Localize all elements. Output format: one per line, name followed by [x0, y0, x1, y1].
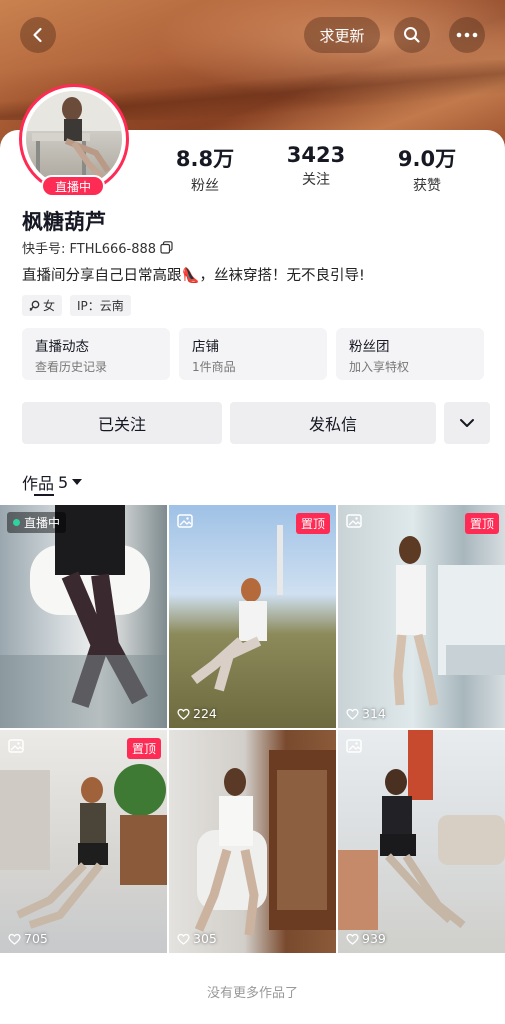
profile-bio: 直播间分享自己日常高跟👠，丝袜穿搭！无不良引导! — [22, 268, 365, 284]
card-subtitle: 加入享特权 — [349, 360, 410, 374]
image-post-icon — [346, 514, 362, 528]
live-tag-text: 直播中 — [24, 516, 61, 530]
pinned-badge: 置顶 — [464, 513, 499, 534]
stat-following[interactable]: 3423 关注 — [271, 143, 361, 189]
card-title: 直播动态 — [35, 339, 89, 355]
avatar-image — [26, 91, 122, 187]
card-fan-club[interactable]: 粉丝团 加入享特权 — [336, 328, 484, 380]
stat-fans[interactable]: 8.8万 粉丝 — [160, 143, 250, 195]
heart-icon — [346, 933, 359, 945]
request-update-button[interactable]: 求更新 — [304, 17, 380, 53]
pinned-badge: 置顶 — [126, 738, 161, 759]
card-live-history[interactable]: 直播动态 查看历史记录 — [22, 328, 170, 380]
like-count-text: 224 — [193, 706, 217, 721]
photo-thumbnail — [0, 730, 167, 953]
like-count: 224 — [177, 706, 217, 721]
chevron-left-icon — [33, 27, 42, 43]
action-buttons: 已关注 发私信 — [22, 402, 490, 444]
avatar-photo-icon — [26, 91, 122, 181]
tab-works-label: 作品 — [22, 474, 55, 493]
like-count: 705 — [8, 931, 48, 946]
like-count-text: 314 — [362, 706, 386, 721]
image-post-icon — [177, 514, 193, 528]
caret-down-icon — [72, 478, 83, 485]
photo-thumbnail — [338, 730, 505, 953]
card-title: 粉丝团 — [349, 339, 390, 355]
stat-likes[interactable]: 9.0万 获赞 — [382, 143, 472, 195]
like-count: 305 — [177, 931, 217, 946]
heart-icon — [177, 708, 190, 720]
back-button[interactable] — [20, 17, 56, 53]
like-count-text: 939 — [362, 931, 386, 946]
grid-item[interactable]: 305 — [169, 730, 336, 953]
grid-item[interactable]: 置顶 314 — [338, 505, 505, 728]
video-thumbnail — [0, 505, 167, 728]
stat-fans-value: 8.8万 — [175, 147, 235, 171]
card-title: 店铺 — [192, 339, 219, 355]
profile-name: 枫糖葫芦 — [22, 210, 106, 234]
pinned-badge: 置顶 — [295, 513, 330, 534]
copy-icon[interactable] — [160, 241, 173, 254]
tab-works[interactable]: 作品 5 — [22, 470, 83, 494]
works-grid: 直播中 置顶 224 置顶 314 置顶 705 305 939 — [0, 505, 505, 953]
photo-thumbnail — [338, 505, 505, 728]
gender-text: 女 — [43, 299, 56, 313]
message-button[interactable]: 发私信 — [230, 402, 436, 444]
stat-fans-label: 粉丝 — [191, 178, 219, 194]
search-icon — [404, 27, 420, 43]
grid-item[interactable]: 直播中 — [0, 505, 167, 728]
tab-underline — [34, 494, 54, 496]
live-dot-icon — [13, 519, 20, 526]
stat-following-value: 3423 — [286, 143, 346, 167]
expand-button[interactable] — [444, 402, 490, 444]
stat-likes-value: 9.0万 — [397, 147, 457, 171]
card-subtitle: 查看历史记录 — [35, 360, 108, 374]
like-count: 314 — [346, 706, 386, 721]
grid-item[interactable]: 939 — [338, 730, 505, 953]
like-count-text: 705 — [24, 931, 48, 946]
female-icon — [29, 300, 40, 311]
grid-item[interactable]: 置顶 224 — [169, 505, 336, 728]
gender-tag: 女 — [22, 295, 63, 316]
heart-icon — [177, 933, 190, 945]
tab-works-count: 5 — [58, 472, 69, 492]
ip-text: IP：云南 — [77, 299, 124, 313]
no-more-works-text: 没有更多作品了 — [206, 986, 298, 1001]
image-post-icon — [346, 739, 362, 753]
user-id-row[interactable]: 快手号: FTHL666-888 — [22, 238, 173, 257]
ip-tag: IP：云南 — [70, 295, 131, 316]
card-subtitle: 1件商品 — [192, 360, 236, 374]
heart-icon — [346, 708, 359, 720]
feature-cards: 直播动态 查看历史记录 店铺 1件商品 粉丝团 加入享特权 — [22, 328, 484, 380]
chevron-down-icon — [460, 419, 474, 427]
followed-button[interactable]: 已关注 — [22, 402, 222, 444]
photo-thumbnail — [169, 730, 336, 953]
live-tag: 直播中 — [7, 512, 67, 533]
grid-item[interactable]: 置顶 705 — [0, 730, 167, 953]
more-icon — [456, 32, 478, 38]
heart-icon — [8, 933, 21, 945]
live-badge[interactable]: 直播中 — [41, 175, 105, 197]
like-count: 939 — [346, 931, 386, 946]
profile-tags: 女 IP：云南 — [22, 295, 131, 316]
more-button[interactable] — [449, 17, 485, 53]
like-count-text: 305 — [193, 931, 217, 946]
stat-following-label: 关注 — [302, 172, 330, 188]
card-shop[interactable]: 店铺 1件商品 — [179, 328, 327, 380]
image-post-icon — [8, 739, 24, 753]
search-button[interactable] — [394, 17, 430, 53]
photo-thumbnail — [169, 505, 336, 728]
user-id: 快手号: FTHL666-888 — [22, 242, 157, 257]
stat-likes-label: 获赞 — [413, 178, 441, 194]
